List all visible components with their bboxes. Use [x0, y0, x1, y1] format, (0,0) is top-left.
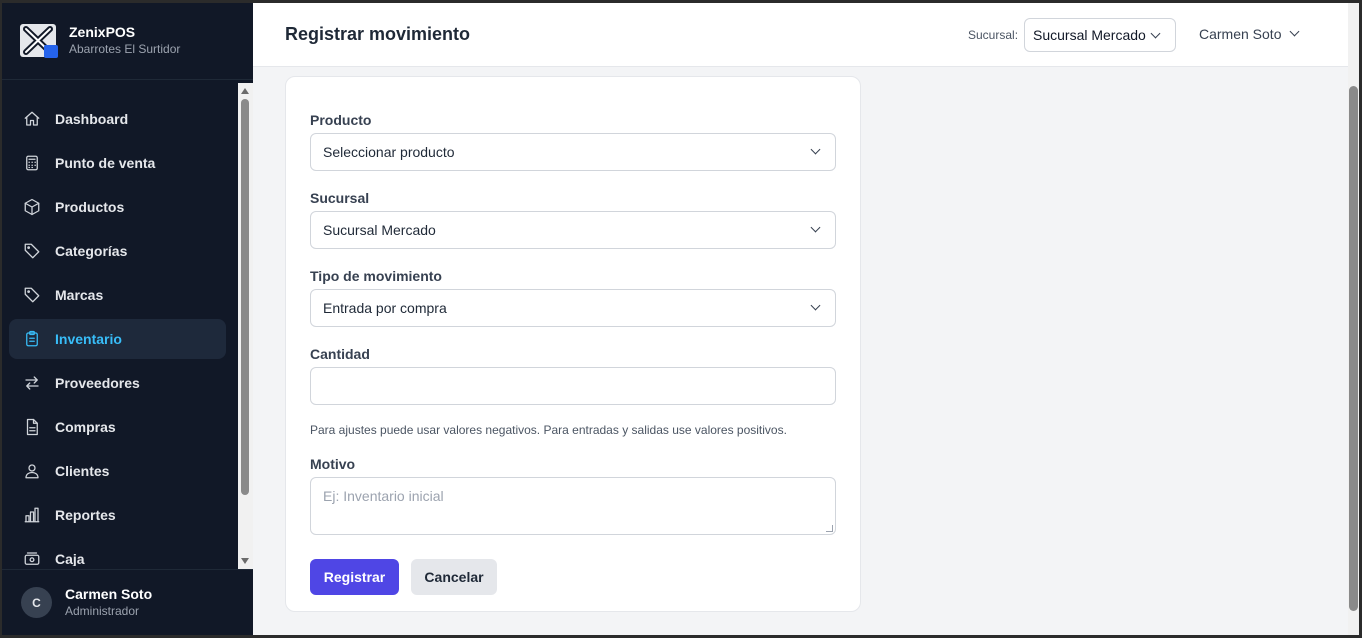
- zenix-logo-icon: [20, 24, 58, 58]
- branch-label: Sucursal:: [968, 28, 1019, 42]
- sidebar: ZenixPOS Abarrotes El Surtidor Dashboard…: [2, 3, 253, 635]
- sidebar-nav: Dashboard Punto de venta Productos Categ…: [2, 83, 238, 566]
- producto-label: Producto: [310, 112, 372, 128]
- sucursal-select[interactable]: Sucursal Mercado: [310, 211, 836, 249]
- sidebar-item-label: Proveedores: [55, 375, 140, 391]
- chevron-down-icon: [810, 144, 821, 155]
- sidebar-item-productos[interactable]: Productos: [9, 187, 226, 227]
- main-scrollbar[interactable]: [1348, 3, 1359, 635]
- box-icon: [23, 198, 41, 216]
- sidebar-item-punto-de-venta[interactable]: Punto de venta: [9, 143, 226, 183]
- movement-form: Producto Seleccionar producto Sucursal S…: [285, 76, 861, 612]
- cantidad-label: Cantidad: [310, 346, 370, 362]
- chevron-down-icon: [810, 222, 821, 233]
- sidebar-item-compras[interactable]: Compras: [9, 407, 226, 447]
- user-menu[interactable]: Carmen Soto: [1199, 26, 1309, 44]
- cash-icon: [23, 550, 41, 566]
- store-name: Abarrotes El Surtidor: [69, 42, 181, 56]
- calculator-icon: [23, 154, 41, 172]
- brand-header: ZenixPOS Abarrotes El Surtidor: [2, 3, 253, 80]
- sidebar-item-label: Productos: [55, 199, 125, 215]
- sucursal-select-value: Sucursal Mercado: [323, 222, 436, 238]
- registrar-button[interactable]: Registrar: [310, 559, 399, 595]
- tag-icon: [23, 242, 41, 260]
- clipboard-icon: [23, 330, 41, 348]
- branch-select[interactable]: Sucursal Mercado: [1024, 18, 1176, 52]
- sidebar-user[interactable]: C Carmen Soto Administrador: [2, 569, 253, 635]
- user-name: Carmen Soto: [65, 586, 153, 602]
- sidebar-item-label: Reportes: [55, 507, 116, 523]
- main-content: Registrar movimiento Sucursal: Sucursal …: [253, 3, 1359, 635]
- branch-select-value: Sucursal Mercado: [1033, 27, 1146, 43]
- document-icon: [23, 418, 41, 436]
- page-title: Registrar movimiento: [285, 24, 471, 44]
- motivo-placeholder: Ej: Inventario inicial: [323, 488, 444, 504]
- sidebar-item-label: Marcas: [55, 287, 104, 303]
- scrollbar-thumb[interactable]: [241, 99, 249, 495]
- chevron-down-icon: [1150, 28, 1161, 39]
- cantidad-help-text: Para ajustes puede usar valores negativo…: [310, 423, 787, 437]
- sidebar-item-label: Categorías: [55, 243, 128, 259]
- tipo-movimiento-select-value: Entrada por compra: [323, 300, 447, 316]
- chevron-down-icon: [810, 300, 821, 311]
- sidebar-item-label: Inventario: [55, 331, 122, 347]
- sidebar-item-categorias[interactable]: Categorías: [9, 231, 226, 271]
- sucursal-label: Sucursal: [310, 190, 370, 206]
- tipo-movimiento-select[interactable]: Entrada por compra: [310, 289, 836, 327]
- sidebar-item-label: Caja: [55, 551, 85, 566]
- tag-icon: [23, 286, 41, 304]
- arrows-swap-icon: [23, 374, 41, 392]
- app-name: ZenixPOS: [69, 24, 136, 40]
- sidebar-item-caja[interactable]: Caja: [9, 539, 226, 566]
- user-menu-name: Carmen Soto: [1199, 26, 1282, 42]
- motivo-label: Motivo: [310, 456, 356, 472]
- producto-select-value: Seleccionar producto: [323, 144, 455, 160]
- sidebar-item-inventario[interactable]: Inventario: [9, 319, 226, 359]
- cantidad-input[interactable]: [310, 367, 836, 405]
- cancelar-button[interactable]: Cancelar: [411, 559, 497, 595]
- sidebar-item-label: Compras: [55, 419, 116, 435]
- motivo-textarea[interactable]: Ej: Inventario inicial: [310, 477, 836, 535]
- scroll-down-icon[interactable]: [241, 558, 249, 564]
- chevron-down-icon: [1289, 26, 1300, 37]
- avatar: C: [21, 587, 52, 618]
- resize-handle-icon[interactable]: [826, 525, 833, 532]
- sidebar-item-label: Clientes: [55, 463, 110, 479]
- sidebar-item-proveedores[interactable]: Proveedores: [9, 363, 226, 403]
- app-window: ZenixPOS Abarrotes El Surtidor Dashboard…: [2, 3, 1359, 635]
- sidebar-item-dashboard[interactable]: Dashboard: [9, 99, 226, 139]
- home-icon: [23, 110, 41, 128]
- user-role: Administrador: [65, 604, 140, 618]
- sidebar-scrollbar[interactable]: [238, 83, 253, 569]
- bar-chart-icon: [23, 506, 41, 524]
- tipo-movimiento-label: Tipo de movimiento: [310, 268, 442, 284]
- user-icon: [23, 462, 41, 480]
- scroll-up-icon[interactable]: [241, 88, 249, 94]
- sidebar-item-marcas[interactable]: Marcas: [9, 275, 226, 315]
- topbar: Registrar movimiento Sucursal: Sucursal …: [253, 3, 1359, 67]
- sidebar-item-label: Punto de venta: [55, 155, 156, 171]
- scrollbar-thumb[interactable]: [1349, 86, 1358, 611]
- sidebar-item-label: Dashboard: [55, 111, 129, 127]
- producto-select[interactable]: Seleccionar producto: [310, 133, 836, 171]
- sidebar-item-clientes[interactable]: Clientes: [9, 451, 226, 491]
- sidebar-item-reportes[interactable]: Reportes: [9, 495, 226, 535]
